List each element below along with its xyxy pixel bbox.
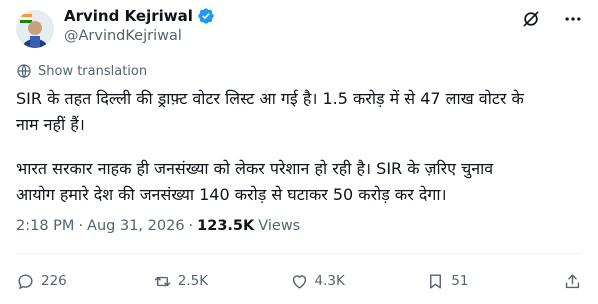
tweet: Arvind Kejriwal @ArvindKejriwal Show tra… <box>0 0 598 304</box>
show-translation-button[interactable]: Show translation <box>16 63 147 79</box>
tweet-paragraph-2-line-1: भारत सरकार नाहक ही जनसंख्या को लेकर परेश… <box>16 159 494 178</box>
reply-button[interactable]: 226 <box>16 272 76 291</box>
bookmark-icon <box>430 273 442 289</box>
views-label: Views <box>258 218 301 234</box>
repost-button[interactable]: 2.5K <box>153 272 213 291</box>
views-count[interactable]: 123.5K <box>197 218 254 234</box>
tweet-paragraph-1: SIR के तहत दिल्ली की ड्राफ़्ट वोटर लिस्ट… <box>16 86 586 138</box>
author-name-row: Arvind Kejriwal <box>64 5 215 27</box>
meta-separator-2: · <box>188 218 194 234</box>
show-translation-label: Show translation <box>38 63 148 79</box>
heart-icon <box>292 274 306 289</box>
avatar[interactable] <box>16 10 54 48</box>
tweet-paragraph-2: भारत सरकार नाहक ही जनसंख्या को लेकर परेश… <box>16 156 586 208</box>
more-icon[interactable] <box>562 8 584 30</box>
verified-badge-icon[interactable] <box>197 7 215 25</box>
tweet-paragraph-2-line-2: आयोग हमारे देश की जनसंख्या 140 करोड़ से … <box>16 185 447 204</box>
like-button[interactable]: 4.3K <box>290 272 350 291</box>
tweet-paragraph-1-line-1: SIR के तहत दिल्ली की ड्राफ़्ट वोटर लिस्ट… <box>16 89 524 108</box>
bookmark-count: 51 <box>451 273 469 289</box>
author-handle[interactable]: @ArvindKejriwal <box>64 28 182 44</box>
avatar-image <box>16 10 54 48</box>
tweet-date[interactable]: Aug 31, 2026 <box>87 218 185 234</box>
top-actions <box>520 8 584 30</box>
share-button[interactable] <box>563 272 582 291</box>
reply-count: 226 <box>41 273 67 289</box>
like-count: 4.3K <box>314 273 345 289</box>
tweet-meta: 2:18 PM · Aug 31, 2026 · 123.5K Views <box>16 218 300 234</box>
reply-icon <box>18 273 33 289</box>
tweet-body: SIR के तहत दिल्ली की ड्राफ़्ट वोटर लिस्ट… <box>16 86 586 208</box>
author-name[interactable]: Arvind Kejriwal <box>64 7 193 25</box>
grok-icon[interactable] <box>520 8 542 30</box>
repost-count: 2.5K <box>177 273 209 289</box>
tweet-time[interactable]: 2:18 PM <box>16 218 74 234</box>
repost-icon <box>154 276 171 286</box>
divider <box>16 253 582 254</box>
tweet-paragraph-1-line-2: नाम नहीं हैं। <box>16 115 85 134</box>
meta-separator: · <box>78 218 84 234</box>
tweet-actions: 226 2.5K 4.3K 51 <box>16 266 582 296</box>
share-icon <box>565 273 580 288</box>
bookmark-button[interactable]: 51 <box>426 272 486 291</box>
globe-icon <box>17 64 31 78</box>
